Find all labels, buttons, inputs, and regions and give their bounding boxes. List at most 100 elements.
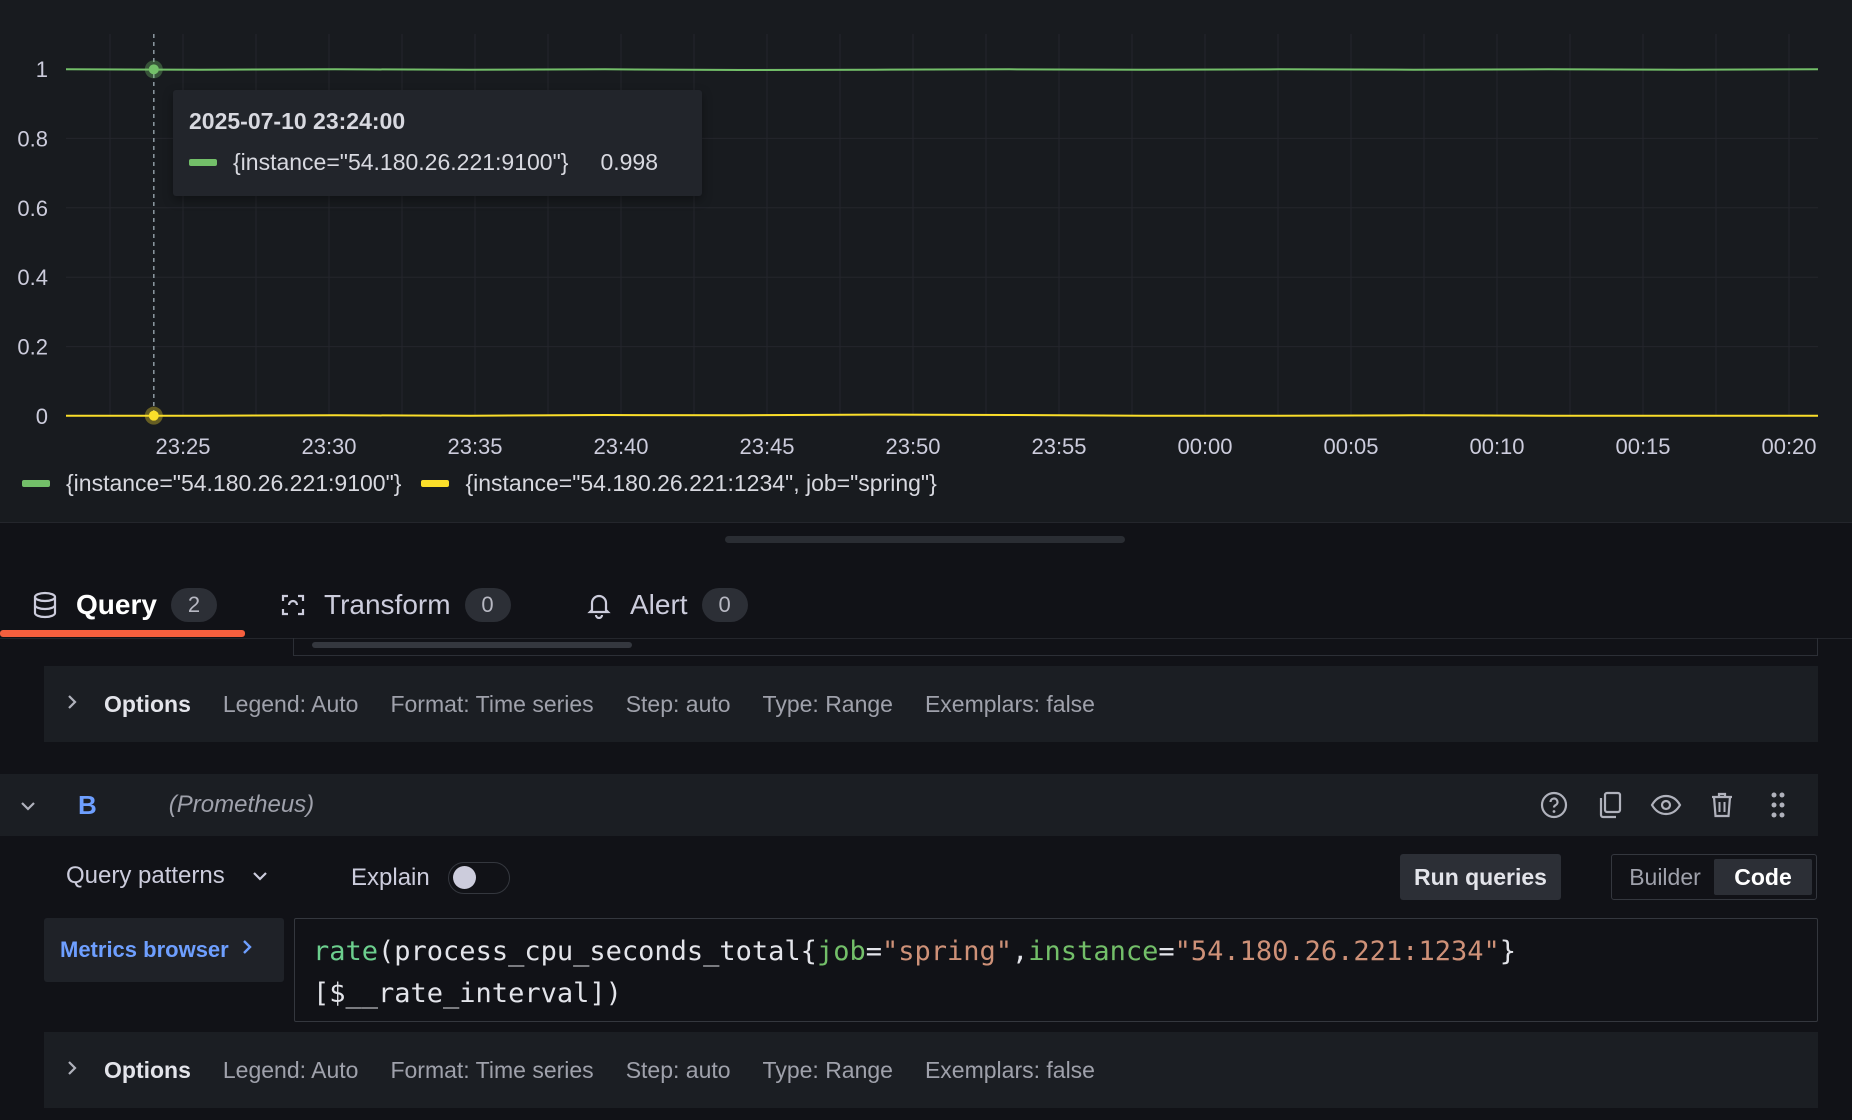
- query-b-toolbar: Query patterns Explain Run queries Build…: [0, 852, 1818, 902]
- code-token-metric: (process_cpu_seconds_total{: [378, 936, 817, 967]
- transform-icon: [278, 590, 308, 620]
- y-tick-label: 0.8: [17, 126, 48, 151]
- query-ref-id[interactable]: B: [78, 790, 97, 821]
- help-icon[interactable]: [1534, 786, 1574, 824]
- code-line-2: [$__rate_interval]): [313, 978, 622, 1009]
- explain-label: Explain: [351, 864, 430, 891]
- chart-legend: {instance="54.180.26.221:9100"} {instanc…: [22, 470, 957, 497]
- y-tick-label: 0: [36, 404, 48, 429]
- resize-splitter[interactable]: [725, 536, 1125, 543]
- hover-point: [148, 410, 159, 421]
- options-type: Type: Range: [762, 1056, 893, 1083]
- legend-label: {instance="54.180.26.221:1234", job="spr…: [465, 470, 937, 496]
- options-exemplars: Exemplars: false: [924, 1056, 1095, 1083]
- options-title: Options: [104, 1056, 191, 1083]
- legend-swatch-green: [22, 480, 50, 487]
- chevron-right-icon: [66, 1057, 84, 1083]
- options-step: Step: auto: [625, 690, 731, 717]
- code-mode-button[interactable]: Code: [1714, 859, 1812, 895]
- tab-query[interactable]: Query 2: [30, 572, 217, 638]
- series-line-green: [65, 68, 1819, 72]
- chevron-right-icon: [241, 938, 253, 962]
- chevron-down-icon: [251, 865, 269, 888]
- options-title: Options: [104, 690, 191, 717]
- x-tick-label: 23:25: [155, 434, 210, 459]
- editor-tabs: Query 2 Transform 0 Alert 0: [0, 572, 1852, 639]
- previous-query-editor-edge: [293, 638, 1818, 656]
- query-a-options[interactable]: Options Legend: Auto Format: Time series…: [44, 666, 1818, 742]
- x-tick-label: 23:35: [447, 434, 502, 459]
- legend-item[interactable]: {instance="54.180.26.221:9100"}: [22, 470, 401, 497]
- query-patterns-dropdown[interactable]: Query patterns: [66, 862, 269, 890]
- metrics-browser-button[interactable]: Metrics browser: [44, 918, 284, 982]
- options-step: Step: auto: [625, 1056, 731, 1083]
- tab-transform[interactable]: Transform 0: [278, 572, 511, 638]
- tooltip-row: {instance="54.180.26.221:9100"} 0.998: [189, 149, 686, 176]
- tab-alert[interactable]: Alert 0: [584, 572, 748, 638]
- query-patterns-label: Query patterns: [66, 862, 225, 889]
- tooltip-series-swatch: [189, 159, 217, 166]
- code-token-operator: =: [865, 936, 882, 967]
- time-series-panel: 0 0.2 0.4 0.6 0.8 1 23:25 23:30 23:35 23:40 23:45 2…: [0, 0, 1852, 523]
- x-tick-label: 23:55: [1031, 434, 1086, 459]
- x-tick-label: 23:50: [885, 434, 940, 459]
- options-exemplars: Exemplars: false: [924, 690, 1095, 717]
- active-tab-indicator: [0, 630, 245, 637]
- toggle-knob: [452, 866, 476, 889]
- query-b-header: B (Prometheus): [0, 774, 1818, 836]
- metrics-browser-label: Metrics browser: [60, 937, 229, 962]
- options-legend: Legend: Auto: [222, 1056, 359, 1083]
- y-tick-label: 0.2: [17, 335, 48, 360]
- options-type: Type: Range: [762, 690, 893, 717]
- x-tick-label: 00:00: [1177, 434, 1232, 459]
- tooltip-series-name: {instance="54.180.26.221:9100"}: [233, 149, 569, 175]
- run-queries-button[interactable]: Run queries: [1400, 854, 1561, 900]
- code-token-brace: }: [1499, 936, 1516, 967]
- drag-handle-icon[interactable]: [1758, 786, 1798, 824]
- tab-label: Transform: [324, 589, 451, 620]
- code-token-comma: ,: [1012, 936, 1029, 967]
- x-tick-label: 23:45: [739, 434, 794, 459]
- code-token-label-key: instance: [1028, 936, 1159, 967]
- y-tick-label: 0.4: [17, 265, 48, 290]
- code-token-label-value: "54.180.26.221:1234": [1174, 936, 1500, 967]
- x-tick-label: 00:15: [1615, 434, 1670, 459]
- duplicate-icon[interactable]: [1590, 786, 1630, 824]
- chevron-right-icon: [66, 691, 84, 717]
- code-token-operator: =: [1158, 936, 1175, 967]
- trash-icon[interactable]: [1702, 786, 1742, 824]
- y-tick-label: 1: [36, 57, 48, 82]
- x-tick-label: 23:30: [301, 434, 356, 459]
- horizontal-scrollbar[interactable]: [312, 642, 632, 648]
- explain-toggle[interactable]: [447, 862, 510, 894]
- query-datasource: (Prometheus): [168, 791, 315, 818]
- tooltip-time: 2025-07-10 23:24:00: [189, 108, 406, 134]
- code-line-1: rate(process_cpu_seconds_total{job="spri…: [313, 931, 1799, 973]
- legend-swatch-yellow: [421, 480, 450, 487]
- promql-query-input[interactable]: rate(process_cpu_seconds_total{job="spri…: [294, 918, 1818, 1022]
- tab-count-badge: 0: [701, 588, 748, 622]
- tab-label: Alert: [630, 589, 688, 620]
- code-token-label-key: job: [816, 936, 866, 967]
- code-token-function: rate: [313, 936, 379, 967]
- x-tick-label: 23:40: [593, 434, 648, 459]
- time-series-chart[interactable]: 0 0.2 0.4 0.6 0.8 1 23:25 23:30 23:35 23:40 23:45 2…: [0, 0, 1852, 470]
- eye-icon[interactable]: [1646, 786, 1686, 824]
- legend-item[interactable]: {instance="54.180.26.221:1234", job="spr…: [421, 470, 937, 497]
- x-tick-label: 00:20: [1761, 434, 1816, 459]
- x-tick-label: 00:05: [1323, 434, 1378, 459]
- query-b-options[interactable]: Options Legend: Auto Format: Time series…: [44, 1032, 1818, 1108]
- builder-mode-button[interactable]: Builder: [1616, 859, 1714, 895]
- options-format: Format: Time series: [390, 1056, 594, 1083]
- hover-tooltip: 2025-07-10 23:24:00 {instance="54.180.26…: [173, 90, 702, 196]
- database-icon: [30, 590, 60, 620]
- hover-point: [148, 64, 159, 75]
- x-tick-label: 00:10: [1469, 434, 1524, 459]
- code-token-label-value: "spring": [881, 936, 1013, 967]
- tooltip-value: 0.998: [600, 149, 658, 175]
- legend-label: {instance="54.180.26.221:9100"}: [66, 470, 402, 496]
- tab-label: Query: [76, 589, 157, 620]
- tab-count-badge: 2: [170, 588, 217, 622]
- chevron-down-icon[interactable]: [0, 792, 56, 818]
- tab-count-badge: 0: [464, 588, 511, 622]
